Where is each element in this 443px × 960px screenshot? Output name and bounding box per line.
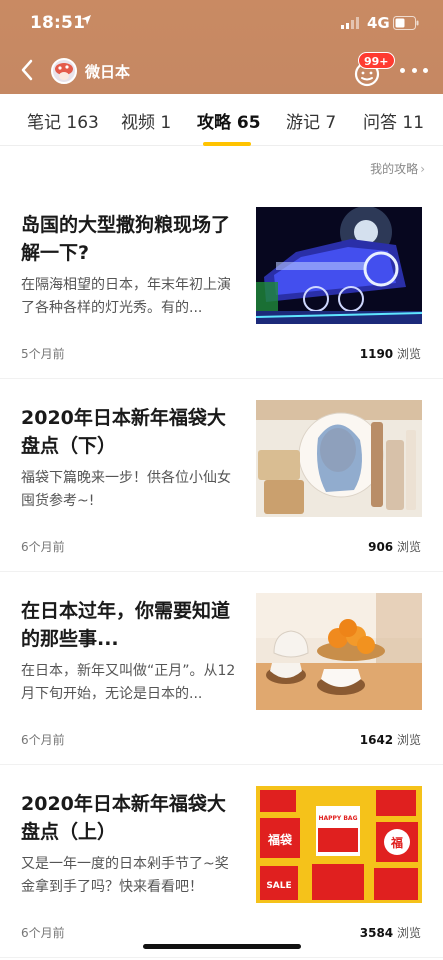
dot-icon — [423, 67, 428, 73]
tea-and-oranges-image — [256, 593, 422, 710]
tab-notes[interactable]: 笔记 163 — [27, 108, 99, 133]
dot-icon — [400, 67, 405, 73]
article-views: 3584 浏览 — [360, 924, 421, 941]
status-time: 18:51 — [30, 13, 86, 33]
views-count: 1642 — [359, 733, 394, 747]
lucky-bags-image: 福袋 SALE HAPPY BAG 福 — [256, 786, 422, 903]
unread-badge: 99+ — [358, 52, 395, 69]
views-count: 3584 — [359, 926, 394, 940]
cosmetics-image — [256, 400, 422, 517]
views-count: 906 — [368, 540, 394, 554]
status-bar: 18:51 4G — [0, 0, 443, 46]
views-unit: 浏览 — [396, 733, 421, 747]
article-time: 6个月前 — [21, 926, 65, 940]
active-tab-indicator — [203, 142, 251, 146]
tab-travelogues[interactable]: 游记 7 — [286, 108, 336, 133]
account-avatar[interactable] — [51, 58, 77, 84]
views-unit: 浏览 — [396, 540, 421, 554]
views-count: 1190 — [359, 347, 394, 361]
fuku-label: 福 — [390, 835, 403, 850]
article-views: 1190 浏览 — [360, 345, 421, 362]
article-summary: 又是一年一度的日本剁手节了~奖金拿到手了吗？快来看看吧！ — [21, 856, 229, 895]
page-title: 微日本 — [85, 63, 131, 81]
article-summary: 在日本，新年又叫做“正月”。从12月下旬开始，无论是日本的... — [21, 663, 236, 702]
chevron-left-icon — [21, 59, 33, 81]
article-views: 906 浏览 — [368, 538, 421, 555]
sale-label: SALE — [266, 881, 291, 891]
my-guides-label: 我的攻略 — [370, 162, 419, 176]
article-title: 2020年日本新年福袋大盘点（下） — [21, 407, 226, 457]
article-card[interactable]: 岛国的大型撒狗粮现场了解一下? 在隔海相望的日本，年末年初上演了各种各样的灯光秀… — [0, 187, 443, 379]
location-arrow-icon — [81, 15, 91, 25]
article-card[interactable]: 在日本过年，你需要知道的那些事... 在日本，新年又叫做“正月”。从12月下旬开… — [0, 573, 443, 765]
network-type: 4G — [367, 14, 390, 32]
tab-guides[interactable]: 攻略 65 — [197, 108, 261, 133]
article-time: 5个月前 — [21, 347, 65, 361]
dot-icon — [411, 67, 417, 73]
illuminated-train-image — [256, 207, 422, 324]
my-guides-link[interactable]: 我的攻略 › — [370, 160, 425, 177]
tab-videos[interactable]: 视频 1 — [121, 108, 171, 133]
battery-icon — [393, 16, 419, 30]
nav-bar: 微日本 99+ — [0, 46, 443, 94]
more-options-button[interactable] — [400, 61, 428, 79]
back-button[interactable] — [14, 57, 40, 83]
home-indicator[interactable] — [143, 944, 301, 949]
article-views: 1642 浏览 — [360, 731, 421, 748]
article-title: 在日本过年，你需要知道的那些事... — [21, 600, 231, 650]
article-card[interactable]: 2020年日本新年福袋大盘点（上） 又是一年一度的日本剁手节了~奖金拿到手了吗？… — [0, 766, 443, 958]
signal-icon — [341, 17, 359, 29]
fukubukuro-label: 福袋 — [267, 832, 293, 847]
chevron-right-icon: › — [420, 162, 425, 176]
content-tabs: 笔记 163 视频 1 攻略 65 游记 7 问答 11 — [0, 94, 443, 146]
tab-qa[interactable]: 问答 11 — [363, 108, 424, 133]
article-summary: 在隔海相望的日本，年末年初上演了各种各样的灯光秀。有的... — [21, 277, 231, 316]
article-title: 岛国的大型撒狗粮现场了解一下? — [21, 214, 231, 264]
verified-badge-icon — [70, 77, 75, 82]
happy-bag-label: HAPPY BAG — [318, 815, 357, 822]
article-time: 6个月前 — [21, 733, 65, 747]
views-unit: 浏览 — [396, 926, 421, 940]
app-header: 18:51 4G 微日本 99+ — [0, 0, 443, 94]
article-card[interactable]: 2020年日本新年福袋大盘点（下） 福袋下篇晚来一步！供各位小仙女囤货参考~! … — [0, 380, 443, 572]
views-unit: 浏览 — [396, 347, 421, 361]
article-time: 6个月前 — [21, 540, 65, 554]
article-title: 2020年日本新年福袋大盘点（上） — [21, 793, 226, 843]
article-summary: 福袋下篇晚来一步！供各位小仙女囤货参考~! — [21, 470, 231, 509]
